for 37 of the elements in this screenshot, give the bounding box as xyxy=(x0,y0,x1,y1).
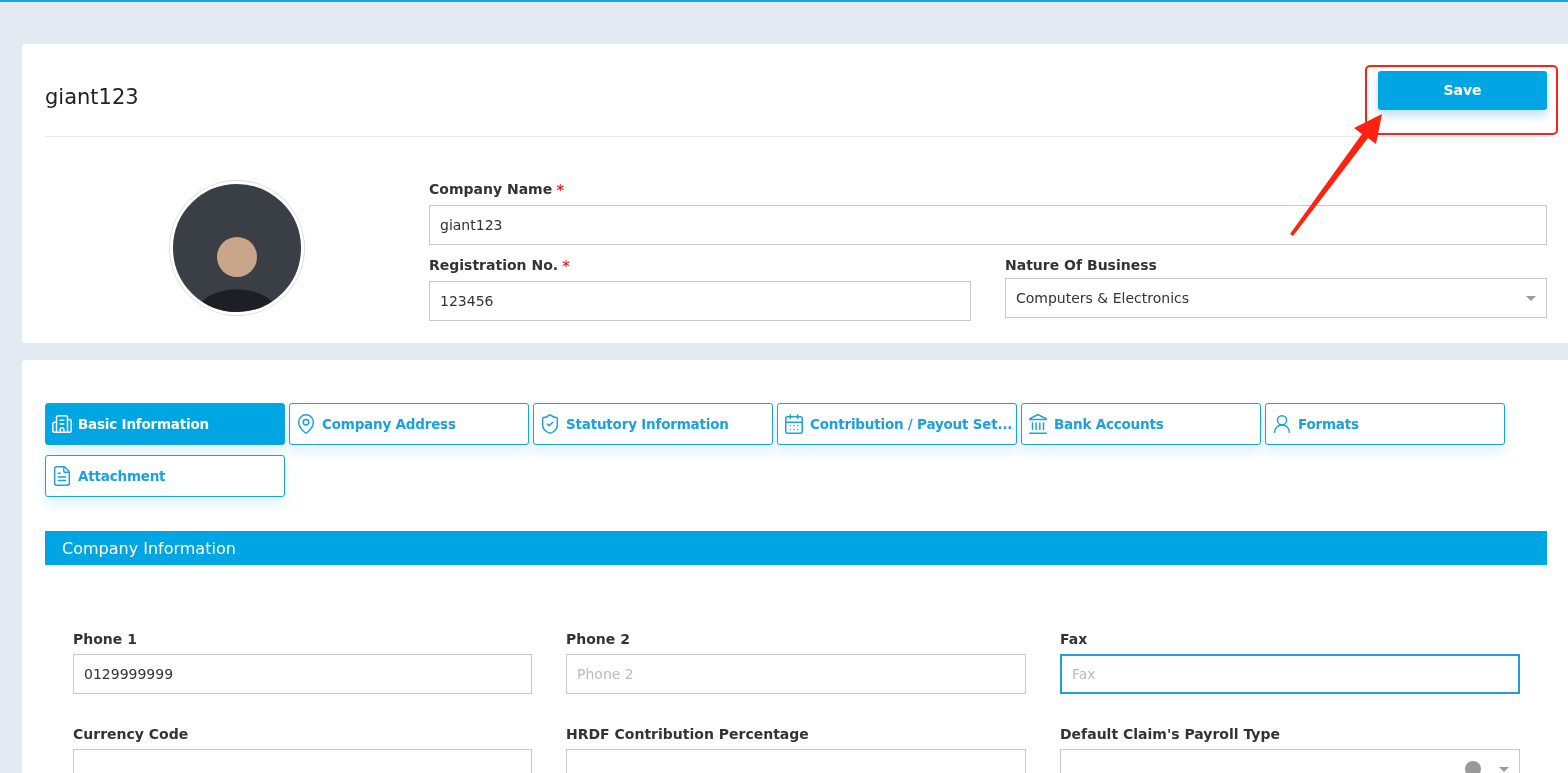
shield-icon xyxy=(539,413,561,435)
bank-icon xyxy=(1027,413,1049,435)
tab[interactable]: Basic Information xyxy=(45,403,285,445)
clear-icon[interactable] xyxy=(1465,761,1481,773)
caret-icon xyxy=(1499,766,1509,772)
input-field[interactable]: Fax xyxy=(1060,654,1520,694)
field-label: Nature Of Business xyxy=(1005,257,1157,273)
input-field[interactable]: giant123 xyxy=(429,205,1547,245)
input-field[interactable]: 123456 xyxy=(429,281,971,321)
tab[interactable]: Contribution / Payout Set... xyxy=(777,403,1017,445)
input-field[interactable]: 0129999999 xyxy=(73,654,532,694)
required-mark: * xyxy=(562,257,571,276)
field-label: HRDF Contribution Percentage xyxy=(566,726,809,742)
tab[interactable]: Company Address xyxy=(289,403,529,445)
person-icon xyxy=(1271,413,1293,435)
tab[interactable]: Statutory Information xyxy=(533,403,773,445)
field-label: Fax xyxy=(1060,631,1088,647)
field-label: Default Claim's Payroll Type xyxy=(1060,726,1280,742)
required-mark: * xyxy=(556,181,565,200)
field-label: Company Name xyxy=(429,181,553,199)
tab[interactable]: Formats xyxy=(1265,403,1505,445)
building-icon xyxy=(51,413,73,435)
field-label: Registration No. xyxy=(429,257,559,275)
save-button[interactable]: Save xyxy=(1378,70,1547,110)
document-icon xyxy=(51,465,73,487)
caret-icon xyxy=(1526,295,1536,301)
field-label: Currency Code xyxy=(73,726,189,742)
page-title: giant123 xyxy=(45,85,139,109)
field-label: Phone 2 xyxy=(566,631,630,647)
map-pin-icon xyxy=(295,413,317,435)
section-title: Company Information xyxy=(62,538,236,558)
tab[interactable]: Bank Accounts xyxy=(1021,403,1261,445)
field-label: Phone 1 xyxy=(73,631,137,647)
tab[interactable]: Attachment xyxy=(45,455,285,497)
select-field[interactable]: Computers & Electronics xyxy=(1005,278,1547,318)
calendar-icon xyxy=(783,413,805,435)
input-field[interactable]: Phone 2 xyxy=(566,654,1026,694)
